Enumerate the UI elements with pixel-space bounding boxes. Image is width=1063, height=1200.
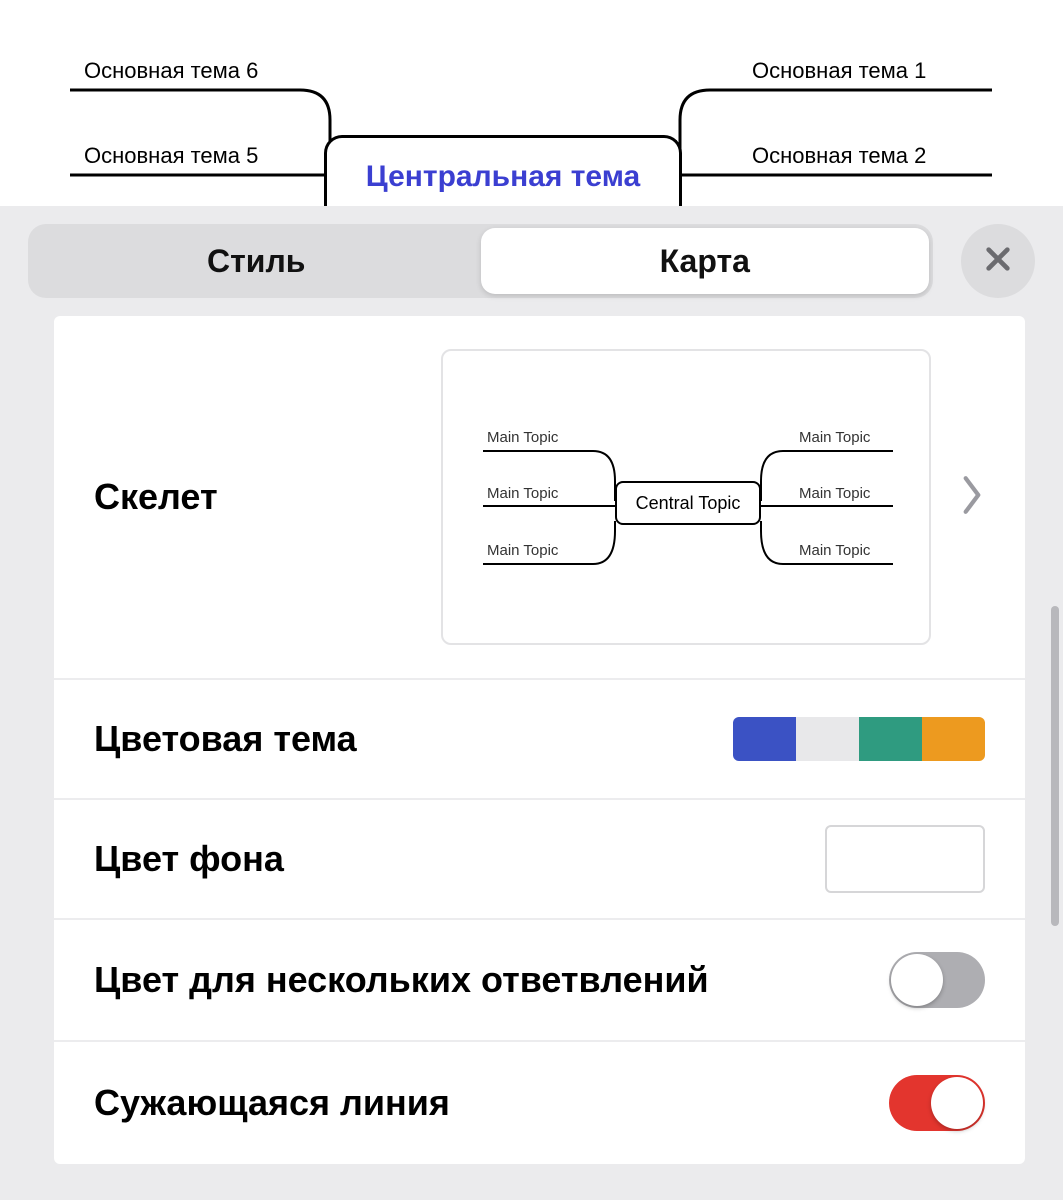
tab-map[interactable]: Карта	[481, 228, 930, 294]
toggle-knob	[891, 954, 943, 1006]
swatch	[859, 717, 922, 761]
sk-branch: Main Topic	[799, 429, 870, 446]
branch-label[interactable]: Основная тема 6	[84, 58, 258, 84]
sk-branch: Main Topic	[487, 429, 558, 446]
color-theme-label: Цветовая тема	[94, 718, 357, 760]
branch-label[interactable]: Основная тема 1	[752, 58, 926, 84]
sk-branch: Main Topic	[487, 542, 558, 559]
row-color-theme[interactable]: Цветовая тема	[54, 680, 1025, 800]
toggle-multi-branch[interactable]	[889, 952, 985, 1008]
bg-color-swatch	[825, 825, 985, 893]
tabbar-row: Стиль Карта	[0, 206, 1063, 316]
swatch	[922, 717, 985, 761]
sk-branch: Main Topic	[799, 485, 870, 502]
settings-list: Скелет Main Topic Main Topic Main Topic …	[54, 316, 1025, 1164]
branch-label[interactable]: Основная тема 2	[752, 143, 926, 169]
row-tapered-line: Сужающаяся линия	[54, 1042, 1025, 1164]
color-theme-swatches	[733, 717, 985, 761]
row-multi-branch-color: Цвет для нескольких ответвлений	[54, 920, 1025, 1042]
sk-branch: Main Topic	[799, 542, 870, 559]
sk-branch: Main Topic	[487, 485, 558, 502]
toggle-knob	[931, 1077, 983, 1129]
close-button[interactable]	[961, 224, 1035, 298]
swatch	[796, 717, 859, 761]
tab-style-label: Стиль	[207, 243, 305, 280]
bg-color-label: Цвет фона	[94, 838, 284, 880]
tab-style[interactable]: Стиль	[32, 228, 481, 294]
tapered-line-label: Сужающаяся линия	[94, 1082, 450, 1124]
tab-map-label: Карта	[660, 243, 750, 280]
central-topic-node[interactable]: Центральная тема	[324, 135, 682, 215]
scrollbar[interactable]	[1051, 606, 1059, 926]
branch-label[interactable]: Основная тема 5	[84, 143, 258, 169]
skeleton-preview: Main Topic Main Topic Main Topic Main To…	[441, 349, 931, 645]
chevron-right-icon	[959, 474, 985, 521]
row-skeleton[interactable]: Скелет Main Topic Main Topic Main Topic …	[54, 316, 1025, 680]
toggle-tapered-line[interactable]	[889, 1075, 985, 1131]
close-icon	[982, 243, 1014, 280]
swatch	[733, 717, 796, 761]
row-bg-color[interactable]: Цвет фона	[54, 800, 1025, 920]
mindmap-canvas[interactable]: Основная тема 6 Основная тема 5 Основная…	[0, 0, 1063, 206]
settings-sheet: Стиль Карта Скелет	[0, 206, 1063, 1200]
multi-branch-label: Цвет для нескольких ответвлений	[94, 959, 709, 1001]
central-topic-label: Центральная тема	[366, 160, 640, 194]
segmented-control: Стиль Карта	[28, 224, 933, 298]
skeleton-label: Скелет	[94, 476, 218, 518]
sk-central: Central Topic	[615, 481, 761, 525]
